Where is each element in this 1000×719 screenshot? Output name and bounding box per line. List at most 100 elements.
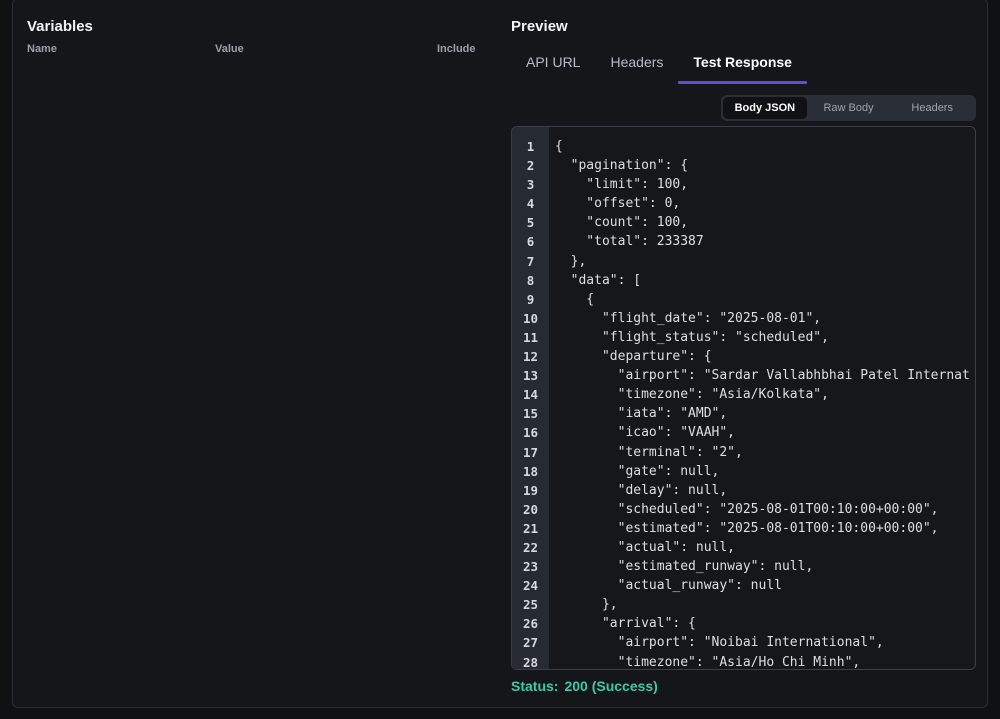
- variables-column-name: Name: [27, 43, 57, 55]
- code-line: 7 },: [512, 252, 975, 271]
- code-text: "timezone": "Asia/Ho Chi Minh",: [555, 654, 861, 670]
- code-line: 26 "arrival": {: [512, 614, 975, 633]
- line-number: 22: [522, 539, 539, 555]
- preview-tabs: API URL Headers Test Response: [511, 44, 807, 86]
- json-response-viewer[interactable]: 1{2 "pagination": {3 "limit": 100, 4 "off…: [511, 126, 976, 670]
- line-number: 26: [522, 616, 539, 632]
- line-number: 15: [522, 406, 539, 422]
- code-line: 13 "airport": "Sardar Vallabhbhai Patel …: [512, 366, 975, 385]
- code-line: 21 "estimated": "2025-08-01T00:10:00+00:…: [512, 519, 975, 538]
- status-label: Status:: [511, 678, 559, 694]
- code-line: 8 "data": [: [512, 271, 975, 290]
- line-number: 2: [526, 158, 535, 174]
- preview-title: Preview: [511, 18, 568, 35]
- line-number: 6: [526, 234, 535, 250]
- code-line: 12 "departure": {: [512, 347, 975, 366]
- tab-test-response[interactable]: Test Response: [678, 44, 807, 84]
- code-text: "count": 100,: [555, 215, 689, 231]
- line-number: 28: [522, 654, 539, 670]
- line-number: 20: [522, 501, 539, 517]
- code-text: "data": [: [555, 272, 642, 288]
- line-number: 9: [526, 291, 535, 307]
- code-line: 9 {: [512, 290, 975, 309]
- code-text: "airport": "Sardar Vallabhbhai Patel Int…: [555, 368, 970, 384]
- code-text: "pagination": {: [555, 158, 689, 174]
- code-text: "actual_runway": null: [555, 578, 782, 594]
- code-text: "delay": null,: [555, 482, 728, 498]
- code-text: "actual": null,: [555, 539, 736, 555]
- line-number: 5: [526, 215, 535, 231]
- code-line: 1{: [512, 137, 975, 156]
- code-line: 4 "offset": 0,: [512, 194, 975, 213]
- line-number: 27: [522, 635, 539, 651]
- variables-column-value: Value: [215, 43, 244, 55]
- code-text: "terminal": "2",: [555, 444, 743, 460]
- line-number: 8: [526, 272, 535, 288]
- code-line: 10 "flight_date": "2025-08-01",: [512, 309, 975, 328]
- code-text: "icao": "VAAH",: [555, 425, 736, 441]
- code-content: 1{2 "pagination": {3 "limit": 100, 4 "off…: [512, 137, 975, 670]
- code-line: 28 "timezone": "Asia/Ho Chi Minh",: [512, 653, 975, 670]
- code-line: 5 "count": 100,: [512, 213, 975, 232]
- code-text: "estimated": "2025-08-01T00:10:00+00:00"…: [555, 520, 939, 536]
- line-number: 14: [522, 387, 539, 403]
- variables-column-include: Include: [437, 43, 476, 55]
- line-number: 21: [522, 520, 539, 536]
- code-text: "flight_date": "2025-08-01",: [555, 310, 822, 326]
- code-line: 25 },: [512, 595, 975, 614]
- code-text: "timezone": "Asia/Kolkata",: [555, 387, 829, 403]
- code-text: "gate": null,: [555, 463, 720, 479]
- line-number: 7: [526, 253, 535, 269]
- code-text: "arrival": {: [555, 616, 696, 632]
- code-line: 24 "actual_runway": null: [512, 576, 975, 595]
- code-line: 22 "actual": null,: [512, 538, 975, 557]
- response-status: Status: 200 (Success): [511, 678, 658, 694]
- code-line: 17 "terminal": "2",: [512, 443, 975, 462]
- code-text: "scheduled": "2025-08-01T00:10:00+00:00"…: [555, 501, 939, 517]
- code-line: 14 "timezone": "Asia/Kolkata",: [512, 385, 975, 404]
- code-line: 19 "delay": null,: [512, 481, 975, 500]
- code-text: "total": 233387: [555, 234, 704, 250]
- line-number: 4: [526, 196, 535, 212]
- line-number: 25: [522, 597, 539, 613]
- code-text: {: [555, 139, 563, 154]
- response-view-toggle: Body JSON Raw Body Headers: [721, 95, 976, 121]
- code-line: 11 "flight_status": "scheduled",: [512, 328, 975, 347]
- tab-headers[interactable]: Headers: [595, 44, 678, 82]
- response-headers-button[interactable]: Headers: [890, 97, 974, 119]
- line-number: 16: [522, 425, 539, 441]
- line-number: 24: [522, 578, 539, 594]
- code-text: "offset": 0,: [555, 196, 681, 212]
- line-number: 10: [522, 310, 539, 326]
- code-text: "limit": 100,: [555, 177, 689, 193]
- code-line: 27 "airport": "Noibai International",: [512, 633, 975, 652]
- code-line: 3 "limit": 100,: [512, 175, 975, 194]
- line-number: 1: [526, 139, 535, 154]
- line-number: 11: [522, 329, 539, 345]
- code-line: 16 "icao": "VAAH",: [512, 423, 975, 442]
- body-json-button[interactable]: Body JSON: [723, 97, 807, 119]
- code-text: "estimated_runway": null,: [555, 559, 814, 575]
- code-line: 20 "scheduled": "2025-08-01T00:10:00+00:…: [512, 500, 975, 519]
- code-text: },: [555, 253, 587, 269]
- line-number: 23: [522, 559, 539, 575]
- variables-title: Variables: [27, 18, 93, 35]
- code-text: {: [555, 291, 595, 307]
- code-line: 15 "iata": "AMD",: [512, 404, 975, 423]
- code-text: "departure": {: [555, 349, 712, 365]
- line-number: 13: [522, 368, 539, 384]
- code-line: 23 "estimated_runway": null,: [512, 557, 975, 576]
- status-value: 200 (Success): [564, 678, 658, 694]
- code-text: "iata": "AMD",: [555, 406, 728, 422]
- raw-body-button[interactable]: Raw Body: [807, 97, 891, 119]
- line-number: 17: [522, 444, 539, 460]
- code-text: "flight_status": "scheduled",: [555, 329, 829, 345]
- code-line: 2 "pagination": {: [512, 156, 975, 175]
- code-text: },: [555, 597, 618, 613]
- line-number: 12: [522, 349, 539, 365]
- line-number: 19: [522, 482, 539, 498]
- code-text: "airport": "Noibai International",: [555, 635, 884, 651]
- code-line: 6 "total": 233387: [512, 232, 975, 251]
- tab-api-url[interactable]: API URL: [511, 44, 595, 82]
- code-line: 18 "gate": null,: [512, 462, 975, 481]
